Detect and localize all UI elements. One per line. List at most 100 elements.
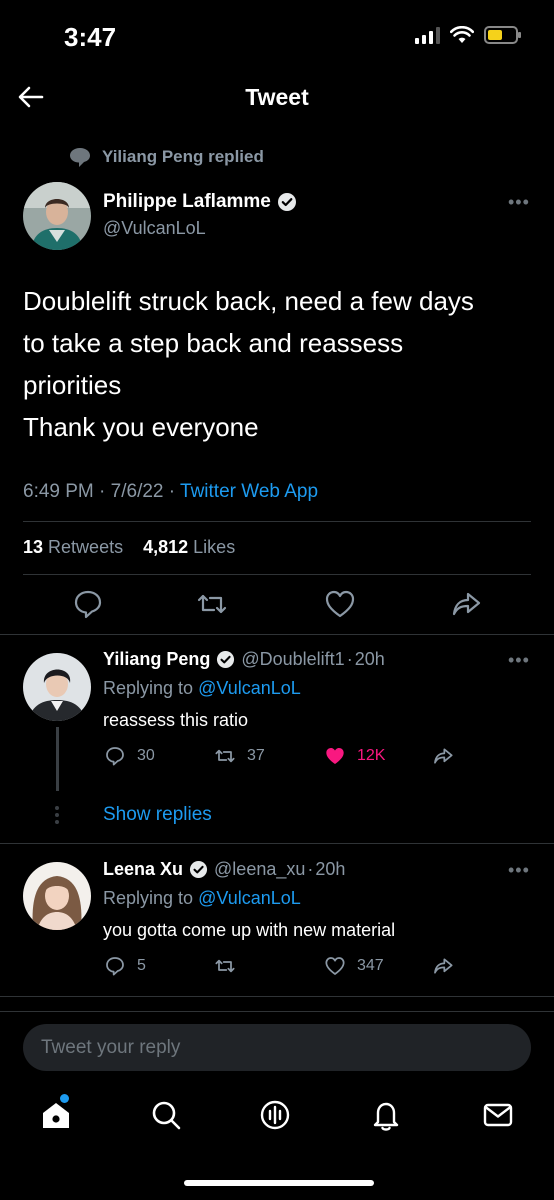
- reply-age: 20h: [354, 649, 385, 669]
- wifi-icon: [450, 26, 474, 43]
- reply-count: 5: [137, 957, 146, 974]
- tweet-text: Doublelift struck back, need a few days …: [23, 280, 533, 448]
- retweet-icon[interactable]: [194, 586, 230, 622]
- tweet-detail-screen: 3:47 Tweet Yiliang Peng replied Philippe…: [0, 0, 554, 1200]
- reply-input[interactable]: [23, 1024, 531, 1071]
- retweet-icon: [215, 749, 235, 763]
- retweets-label: Retweets: [48, 537, 124, 557]
- tweet-date: 7/6/22: [110, 481, 164, 502]
- reply-reply-action[interactable]: 30: [103, 744, 155, 768]
- divider: [23, 521, 531, 522]
- divider: [0, 1011, 554, 1012]
- home-indicator[interactable]: [184, 1180, 374, 1186]
- like-count: 347: [357, 957, 384, 974]
- tweet-text-line: Thank you everyone: [23, 412, 259, 442]
- battery-icon: [484, 26, 521, 44]
- reply-reply-action[interactable]: 5: [103, 954, 146, 978]
- reply-author-handle: @Doublelift1: [241, 649, 345, 669]
- retweet-icon: [215, 959, 235, 973]
- likes-count: 4,812: [143, 537, 189, 557]
- reply-avatar[interactable]: [23, 862, 91, 930]
- reply-age: 20h: [315, 859, 346, 879]
- replying-prefix: Replying to: [103, 678, 194, 698]
- reply-icon[interactable]: [70, 586, 106, 622]
- divider: [0, 996, 554, 997]
- tweet-timestamp: 6:49 PM · 7/6/22 · Twitter Web App: [23, 481, 318, 503]
- reply-author-name: Leena Xu: [103, 859, 184, 879]
- tweet-source-link[interactable]: Twitter Web App: [180, 481, 318, 502]
- share-icon: [434, 748, 453, 764]
- bottom-tab-bar: [0, 1090, 554, 1150]
- more-icon[interactable]: •••: [508, 192, 530, 213]
- meta-separator: ·: [168, 481, 181, 502]
- like-icon[interactable]: [322, 586, 358, 622]
- reply-author[interactable]: Leena Xu @leena_xu · 20h: [103, 859, 345, 880]
- messages-icon[interactable]: [481, 1098, 515, 1132]
- reply-action-bar: 30 37 12K: [103, 744, 463, 770]
- meta-separator: ·: [307, 859, 314, 879]
- more-icon[interactable]: •••: [508, 860, 530, 881]
- home-icon[interactable]: [39, 1098, 73, 1132]
- show-replies-link[interactable]: Show replies: [103, 804, 212, 826]
- reply-author-name: Yiliang Peng: [103, 649, 211, 669]
- verified-badge-icon: [277, 193, 296, 211]
- reply-context: Yiliang Peng replied: [68, 146, 264, 168]
- reply-retweet-action[interactable]: 37: [213, 744, 265, 768]
- reply-text: reassess this ratio: [103, 710, 249, 730]
- speech-bubble-icon: [70, 148, 90, 167]
- notifications-icon[interactable]: [369, 1098, 403, 1132]
- reply-context-text: Yiliang Peng replied: [102, 147, 264, 166]
- like-icon: [325, 957, 345, 975]
- reply-author[interactable]: Yiliang Peng @Doublelift1 · 20h: [103, 649, 385, 670]
- reply-composer[interactable]: [23, 1024, 531, 1071]
- retweet-count: 37: [247, 747, 265, 764]
- reply-share-action[interactable]: [431, 954, 455, 978]
- like-filled-icon: [326, 748, 344, 764]
- author-name[interactable]: Philippe Laflamme: [103, 191, 297, 213]
- cellular-signal-icon: [415, 26, 440, 44]
- page-title: Tweet: [245, 84, 309, 110]
- reply-avatar[interactable]: [23, 653, 91, 721]
- replying-mention[interactable]: @VulcanLoL: [198, 678, 301, 698]
- reply-retweet-action[interactable]: [213, 954, 247, 978]
- likes-label: Likes: [193, 537, 236, 557]
- spaces-icon[interactable]: [258, 1098, 292, 1132]
- divider: [0, 843, 554, 844]
- reply-author-handle: @leena_xu: [214, 859, 306, 879]
- like-count: 12K: [357, 747, 386, 764]
- reply-like-action[interactable]: 347: [323, 954, 384, 978]
- search-icon[interactable]: [149, 1098, 183, 1132]
- verified-badge-icon: [189, 860, 208, 879]
- thread-dots: [55, 806, 59, 824]
- tweet-action-bar: [0, 586, 554, 626]
- author-handle[interactable]: @VulcanLoL: [103, 218, 206, 239]
- tweet-time: 6:49 PM: [23, 481, 94, 502]
- more-icon[interactable]: •••: [508, 650, 530, 671]
- reply-share-action[interactable]: [431, 744, 455, 768]
- retweets-count: 13: [23, 537, 44, 557]
- reply-like-action[interactable]: 12K: [323, 744, 385, 768]
- tweet-text-line: to take a step back and reassess: [23, 328, 404, 358]
- tweet-text-line: Doublelift struck back, need a few days: [23, 286, 474, 316]
- author-name-text: Philippe Laflamme: [103, 191, 271, 212]
- reply-icon: [106, 747, 124, 766]
- likes-stat[interactable]: 4,812 Likes: [143, 537, 235, 557]
- avatar[interactable]: [23, 182, 91, 250]
- reply-action-bar: 5 347: [103, 954, 463, 980]
- divider: [0, 634, 554, 635]
- tweet-text-line: priorities: [23, 370, 122, 400]
- thread-line: [56, 727, 59, 791]
- reply-text: you gotta come up with new material: [103, 920, 396, 940]
- replying-mention[interactable]: @VulcanLoL: [198, 888, 301, 908]
- replying-prefix: Replying to: [103, 888, 194, 908]
- reply-count: 30: [137, 747, 155, 764]
- divider: [23, 574, 531, 575]
- status-bar: 3:47: [0, 0, 554, 70]
- new-content-indicator: [60, 1094, 69, 1103]
- replying-to: Replying to @VulcanLoL: [103, 888, 301, 909]
- status-icons: [415, 26, 521, 44]
- retweets-stat[interactable]: 13 Retweets: [23, 537, 123, 557]
- reply-icon: [106, 957, 124, 976]
- share-icon[interactable]: [448, 586, 484, 622]
- header: Tweet: [0, 70, 554, 126]
